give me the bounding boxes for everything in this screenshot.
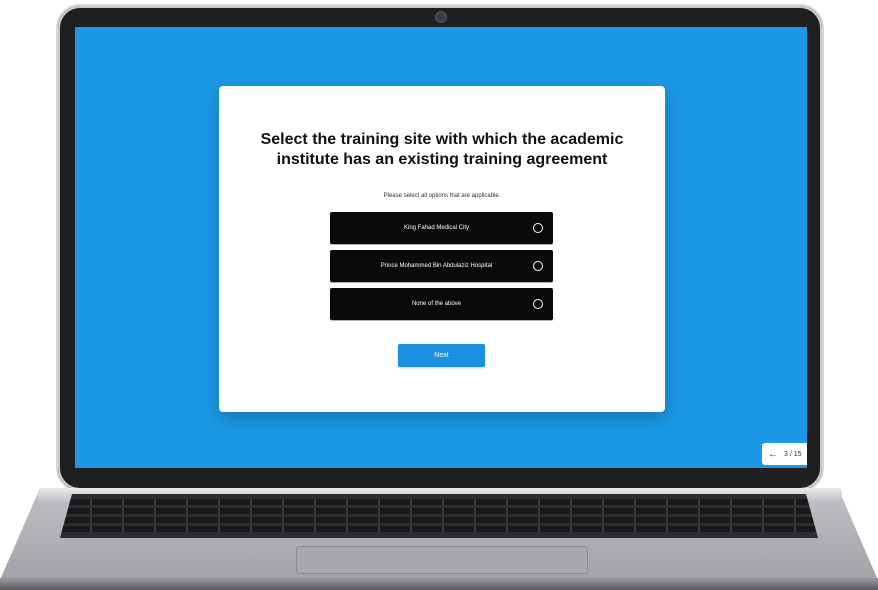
webcam-icon <box>435 11 447 23</box>
option-king-fahad-medical-city[interactable]: King Fahad Medical City <box>330 212 553 244</box>
next-button[interactable]: Next <box>398 344 485 367</box>
question-instruction: Please select all options that are appli… <box>383 193 501 199</box>
laptop-screen: Select the training site with which the … <box>75 27 807 468</box>
arrow-left-icon[interactable]: ← <box>768 449 778 460</box>
radio-circle-icon[interactable] <box>533 223 543 233</box>
keyboard-row <box>60 517 818 523</box>
option-prince-mohammed-hospital[interactable]: Prince Mohammed Bin Abdulaziz Hospital <box>330 250 553 282</box>
laptop-front-edge <box>0 578 878 590</box>
keyboard <box>60 494 818 538</box>
question-title: Select the training site with which the … <box>260 131 624 168</box>
keyboard-row <box>60 499 818 505</box>
option-label: King Fahad Medical City <box>403 225 470 231</box>
question-card: Select the training site with which the … <box>219 86 665 412</box>
radio-circle-icon[interactable] <box>533 261 543 271</box>
keyboard-row <box>60 508 818 514</box>
page-indicator: 3 / 15 <box>784 450 802 458</box>
pager: ← 3 / 15 <box>762 443 807 465</box>
radio-circle-icon[interactable] <box>533 299 543 309</box>
option-label: Prince Mohammed Bin Abdulaziz Hospital <box>380 263 493 269</box>
trackpad <box>296 546 588 574</box>
keyboard-row <box>60 526 818 532</box>
option-none-of-the-above[interactable]: None of the above <box>330 288 553 320</box>
option-label: None of the above <box>411 301 462 307</box>
